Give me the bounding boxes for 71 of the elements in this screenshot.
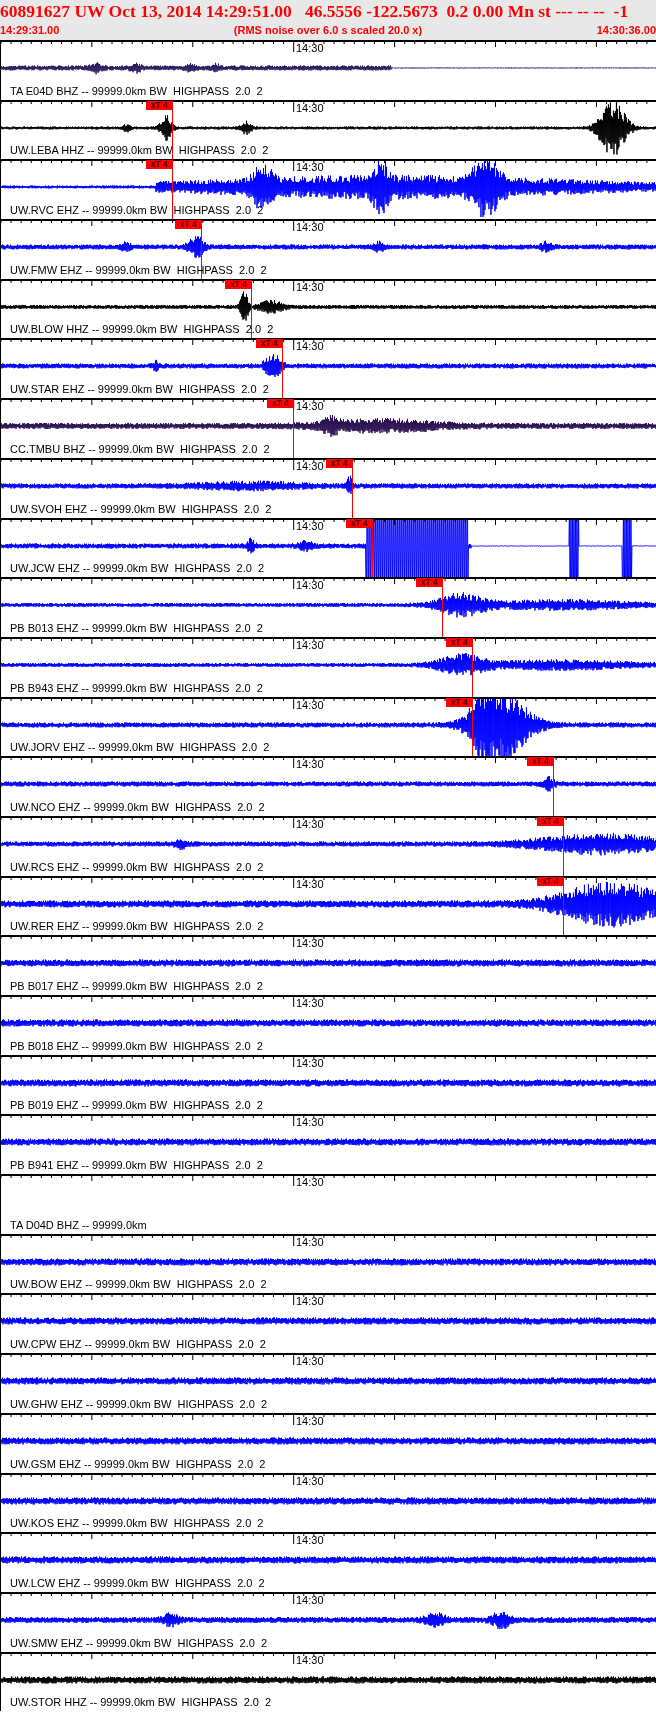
station-label: UW.RER EHZ -- 99999.0km BW HIGHPASS 2.0 2 — [10, 920, 264, 933]
station-label: UW.JORV EHZ -- 99999.0km BW HIGHPASS 2.0 2 — [10, 741, 270, 754]
station-label: UW.GSM EHZ -- 99999.0km BW HIGHPASS 2.0 2 — [10, 1457, 266, 1470]
time-label: 14:30 — [296, 1116, 324, 1129]
station-label: UW.SMW EHZ -- 99999.0km BW HIGHPASS 2.0 2 — [10, 1636, 268, 1649]
time-label: 14:30 — [296, 579, 324, 592]
time-label: 14:30 — [296, 877, 324, 890]
time-label: 14:30 — [296, 1355, 324, 1368]
end-time: 14:30:36.00 — [596, 23, 656, 38]
time-label: 14:30 — [296, 101, 324, 114]
time-label: 14:30 — [296, 817, 324, 830]
station-label: PB B017 EHZ -- 99999.0km BW HIGHPASS 2.0 2 — [10, 980, 263, 992]
time-label: 14:30 — [296, 1056, 324, 1069]
time-label: 14:30 — [296, 1295, 324, 1308]
time-label: 14:30 — [296, 161, 324, 174]
station-label: UW.JCW EHZ -- 99999.0km BW HIGHPASS 2.0 2 — [10, 562, 265, 575]
time-label: 14:30 — [296, 1474, 324, 1487]
station-label: UW.BOW EHZ -- 99999.0km BW HIGHPASS 2.0 2 — [10, 1278, 267, 1291]
time-label: 14:30 — [296, 997, 324, 1009]
station-label: PB B943 EHZ -- 99999.0km BW HIGHPASS 2.0 2 — [10, 681, 263, 694]
station-label: UW.RVC EHZ -- 99999.0km BW HIGHPASS 2.0 2 — [10, 204, 264, 217]
time-label: 14:30 — [296, 1235, 324, 1248]
pick-marker: xT 4 — [416, 578, 443, 588]
station-label: UW.LCW EHZ -- 99999.0km BW HIGHPASS 2.0 2 — [10, 1576, 265, 1589]
station-label: UW.GHW EHZ -- 99999.0km BW HIGHPASS 2.0 2 — [10, 1397, 268, 1410]
time-label: 14:30 — [296, 400, 324, 413]
pick-marker: xT 4 — [446, 697, 473, 707]
station-label: CC.TMBU BHZ -- 99999.0km BW HIGHPASS 2.0 2 — [10, 442, 270, 455]
station-label: UW.SVOH EHZ -- 99999.0km BW HIGHPASS 2.0 2 — [10, 502, 272, 515]
time-label: 14:30 — [296, 340, 324, 353]
time-label: 14:30 — [296, 1414, 324, 1427]
pick-marker: xT 4 — [326, 458, 353, 468]
time-label: 14:30 — [296, 638, 324, 651]
noise-note: (RMS noise over 6.0 s scaled 20.0 x) — [233, 23, 423, 38]
pick-marker: xT 4 — [175, 220, 202, 230]
start-time: 14:29:31.00 — [0, 23, 60, 38]
station-label: PB B019 EHZ -- 99999.0km BW HIGHPASS 2.0 2 — [10, 1099, 263, 1112]
station-label: TA D04D BHZ -- 99999.0km — [10, 1218, 147, 1231]
station-label: PB B018 EHZ -- 99999.0km BW HIGHPASS 2.0 2 — [10, 1039, 263, 1052]
station-label: PB B941 EHZ -- 99999.0km BW HIGHPASS 2.0 2 — [10, 1159, 263, 1172]
pick-marker: xT 4 — [346, 518, 373, 528]
pick-marker: xT 4 — [146, 160, 173, 170]
pick-marker: xT 4 — [256, 339, 283, 349]
station-label: PB B013 EHZ -- 99999.0km BW HIGHPASS 2.0 2 — [10, 621, 263, 634]
time-label: 14:30 — [296, 221, 324, 234]
time-label: 14:30 — [296, 1653, 324, 1666]
time-label: 14:30 — [296, 1593, 324, 1606]
pick-marker: xT 4 — [146, 100, 173, 110]
time-label: 14:30 — [296, 459, 324, 472]
pick-marker: xT 4 — [267, 399, 294, 409]
station-label: UW.STOR HHZ -- 99999.0km BW HIGHPASS 2.0 2 — [10, 1696, 272, 1709]
pick-marker: xT 4 — [527, 757, 554, 767]
time-label: 14:30 — [296, 698, 324, 711]
station-label: UW.STAR EHZ -- 99999.0km BW HIGHPASS 2.0 2 — [10, 383, 269, 396]
time-label: 14:30 — [296, 519, 324, 532]
pick-marker: xT 4 — [537, 876, 564, 886]
pick-marker: xT 4 — [446, 637, 473, 647]
time-label: 14:30 — [296, 1534, 324, 1547]
time-label: 14:30 — [296, 937, 324, 950]
time-label: 14:30 — [296, 42, 324, 54]
event-title: 60891627 UW Oct 13, 2014 14:29:51.00 46.5556 -122.5673 0.2 0.00 Mn st --- -- -- -1 — [0, 0, 630, 22]
pick-marker: xT 4 — [537, 816, 564, 826]
time-label: 14:30 — [296, 758, 324, 771]
time-label: 14:30 — [296, 280, 324, 293]
station-label: TA E04D BHZ -- 99999.0km BW HIGHPASS 2.0 2 — [10, 84, 263, 97]
time-label: 14:30 — [296, 1176, 324, 1189]
station-label: UW.RCS EHZ -- 99999.0km BW HIGHPASS 2.0 2 — [10, 860, 264, 873]
pick-marker: xT 4 — [225, 279, 252, 289]
station-label: UW.KOS EHZ -- 99999.0km BW HIGHPASS 2.0 2 — [10, 1517, 264, 1530]
station-label: UW.CPW EHZ -- 99999.0km BW HIGHPASS 2.0 2 — [10, 1338, 266, 1351]
station-label: UW.NCO EHZ -- 99999.0km BW HIGHPASS 2.0 2 — [10, 800, 265, 813]
